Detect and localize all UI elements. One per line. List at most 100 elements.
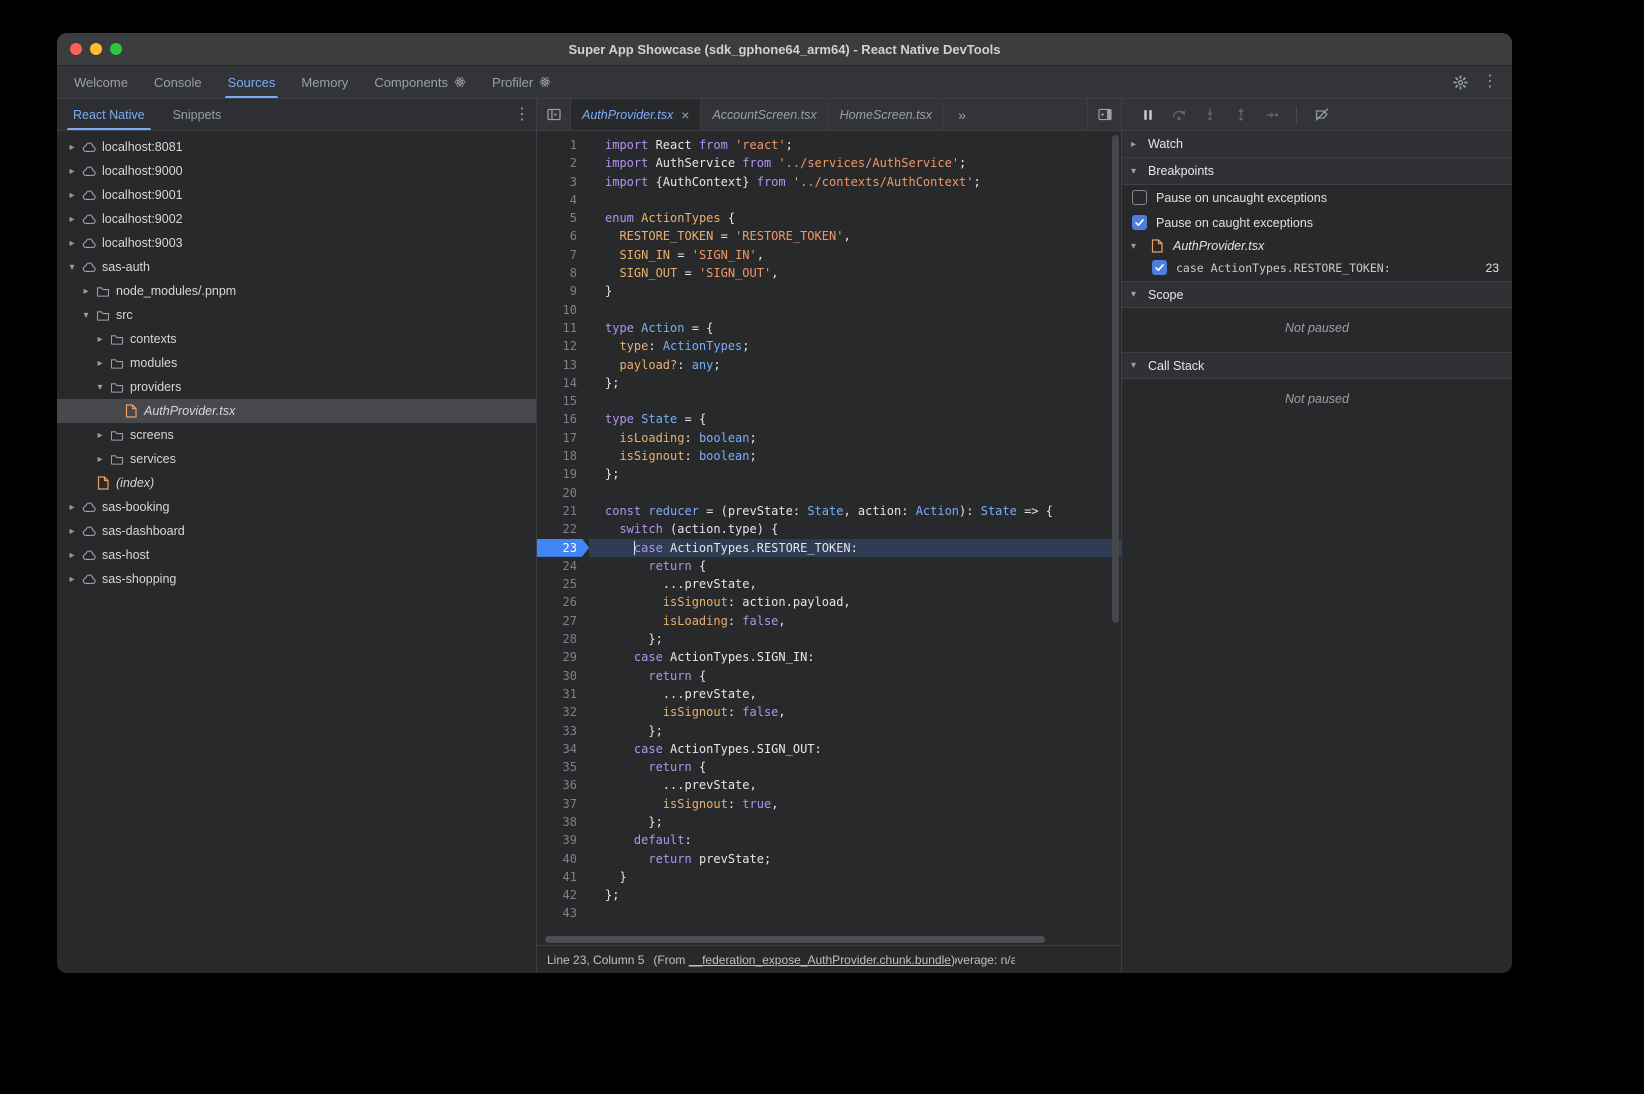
disclosure-triangle[interactable]: ▸ (93, 334, 107, 345)
gutter-line-number[interactable]: 6 (537, 227, 589, 245)
gutter-line-number[interactable]: 41 (537, 868, 589, 886)
gutter-line-number[interactable]: 42 (537, 886, 589, 904)
bundle-link[interactable]: __federation_expose_AuthProvider.chunk.b… (689, 953, 951, 967)
code-line-content[interactable]: SIGN_IN = 'SIGN_IN', (589, 246, 1121, 264)
gutter-line-number[interactable]: 29 (537, 648, 589, 666)
code-line-content[interactable]: ...prevState, (589, 685, 1121, 703)
gutter-line-number[interactable]: 19 (537, 465, 589, 483)
code-line-content[interactable]: isSignout: true, (589, 795, 1121, 813)
code-line-content[interactable]: ...prevState, (589, 575, 1121, 593)
step-into-icon[interactable] (1194, 102, 1225, 128)
tree-item-localhost-9001[interactable]: ▸localhost:9001 (57, 183, 536, 207)
code-line-content[interactable]: } (589, 868, 1121, 886)
gutter-line-number[interactable]: 16 (537, 410, 589, 428)
horizontal-scrollbar[interactable] (545, 936, 1045, 943)
gutter-line-number[interactable]: 14 (537, 374, 589, 392)
code-line-content[interactable]: isLoading: boolean; (589, 429, 1121, 447)
close-tab-icon[interactable]: × (681, 108, 689, 122)
gutter-line-number[interactable]: 28 (537, 630, 589, 648)
editor-tab-homescreen-tsx[interactable]: HomeScreen.tsx (829, 99, 944, 130)
gutter-line-number[interactable]: 5 (537, 209, 589, 227)
tab-profiler[interactable]: Profiler (479, 66, 564, 98)
tab-console[interactable]: Console (141, 66, 215, 98)
code-line-content[interactable]: payload?: any; (589, 356, 1121, 374)
gutter-line-number[interactable]: 7 (537, 246, 589, 264)
breakpoint-marker-line-number[interactable]: 23 (537, 539, 589, 557)
code-line-content[interactable] (589, 484, 1121, 502)
gutter-line-number[interactable]: 39 (537, 831, 589, 849)
code-line-content[interactable] (589, 392, 1121, 410)
gutter-line-number[interactable]: 17 (537, 429, 589, 447)
more-tabs-chevron[interactable]: » (944, 99, 980, 130)
toggle-debugger-sidebar-icon[interactable] (1087, 99, 1121, 130)
vertical-scrollbar[interactable] (1112, 135, 1119, 623)
code-line-content[interactable]: const reducer = (prevState: State, actio… (589, 502, 1121, 520)
gutter-line-number[interactable]: 12 (537, 337, 589, 355)
code-line-content[interactable]: case ActionTypes.SIGN_OUT: (589, 740, 1121, 758)
code-line-content[interactable] (589, 904, 1121, 922)
gutter-line-number[interactable]: 20 (537, 484, 589, 502)
gutter-line-number[interactable]: 26 (537, 593, 589, 611)
section-call-stack[interactable]: Call Stack (1122, 352, 1512, 379)
code-line-content[interactable] (589, 301, 1121, 319)
pause-icon[interactable] (1132, 102, 1163, 128)
code-line-content[interactable]: enum ActionTypes { (589, 209, 1121, 227)
settings-gear-icon[interactable] (1446, 69, 1474, 95)
minimize-button[interactable] (90, 43, 102, 55)
disclosure-triangle[interactable]: ▸ (65, 526, 79, 537)
disclosure-triangle[interactable]: ▸ (65, 166, 79, 177)
disclosure-triangle[interactable]: ▸ (79, 286, 93, 297)
tree-item-modules[interactable]: ▸modules (57, 351, 536, 375)
tree-item-localhost-8081[interactable]: ▸localhost:8081 (57, 135, 536, 159)
code-line-content[interactable]: isSignout: boolean; (589, 447, 1121, 465)
deactivate-breakpoints-icon[interactable] (1306, 102, 1337, 128)
gutter-line-number[interactable]: 43 (537, 904, 589, 922)
disclosure-triangle[interactable]: ▸ (65, 574, 79, 585)
breakpoint-entry[interactable]: case ActionTypes.RESTORE_TOKEN: 23 (1122, 257, 1512, 281)
breakpoint-checkbox[interactable] (1152, 260, 1167, 275)
step-icon[interactable] (1256, 102, 1287, 128)
code-line-content[interactable]: case ActionTypes.RESTORE_TOKEN: (589, 539, 1121, 557)
code-line-content[interactable]: type State = { (589, 410, 1121, 428)
disclosure-triangle[interactable]: ▸ (65, 502, 79, 513)
gutter-line-number[interactable]: 38 (537, 813, 589, 831)
gutter-line-number[interactable]: 2 (537, 154, 589, 172)
disclosure-triangle[interactable]: ▾ (79, 310, 93, 321)
tab-react-native[interactable]: React Native (59, 99, 159, 130)
navigator-kebab-icon[interactable] (508, 102, 536, 128)
tree-item-node-modules-pnpm[interactable]: ▸node_modules/.pnpm (57, 279, 536, 303)
gutter-line-number[interactable]: 27 (537, 612, 589, 630)
gutter-line-number[interactable]: 8 (537, 264, 589, 282)
gutter-line-number[interactable]: 22 (537, 520, 589, 538)
gutter-line-number[interactable]: 24 (537, 557, 589, 575)
gutter-line-number[interactable]: 18 (537, 447, 589, 465)
disclosure-triangle[interactable]: ▸ (65, 190, 79, 201)
code-line-content[interactable]: return { (589, 557, 1121, 575)
tree-item-sas-booking[interactable]: ▸sas-booking (57, 495, 536, 519)
code-line-content[interactable]: }; (589, 630, 1121, 648)
code-line-content[interactable]: default: (589, 831, 1121, 849)
gutter-line-number[interactable]: 40 (537, 850, 589, 868)
gutter-line-number[interactable]: 4 (537, 191, 589, 209)
tree-item-localhost-9002[interactable]: ▸localhost:9002 (57, 207, 536, 231)
disclosure-triangle[interactable]: ▸ (65, 238, 79, 249)
code-line-content[interactable]: import {AuthContext} from '../contexts/A… (589, 173, 1121, 191)
zoom-button[interactable] (110, 43, 122, 55)
tree-item-sas-dashboard[interactable]: ▸sas-dashboard (57, 519, 536, 543)
pause-on-uncaught-row[interactable]: Pause on uncaught exceptions (1122, 185, 1512, 210)
tree-item-src[interactable]: ▾src (57, 303, 536, 327)
gutter-line-number[interactable]: 11 (537, 319, 589, 337)
gutter-line-number[interactable]: 25 (537, 575, 589, 593)
code-line-content[interactable]: return { (589, 667, 1121, 685)
code-line-content[interactable]: isSignout: action.payload, (589, 593, 1121, 611)
code-editor[interactable]: 1import React from 'react';2import AuthS… (537, 131, 1121, 945)
code-line-content[interactable]: isLoading: false, (589, 612, 1121, 630)
tree-item-screens[interactable]: ▸screens (57, 423, 536, 447)
gutter-line-number[interactable]: 15 (537, 392, 589, 410)
disclosure-triangle[interactable]: ▸ (65, 214, 79, 225)
window-titlebar[interactable]: Super App Showcase (sdk_gphone64_arm64) … (57, 33, 1512, 66)
code-line-content[interactable]: switch (action.type) { (589, 520, 1121, 538)
code-line-content[interactable] (589, 191, 1121, 209)
disclosure-triangle[interactable]: ▸ (65, 550, 79, 561)
tab-memory[interactable]: Memory (288, 66, 361, 98)
